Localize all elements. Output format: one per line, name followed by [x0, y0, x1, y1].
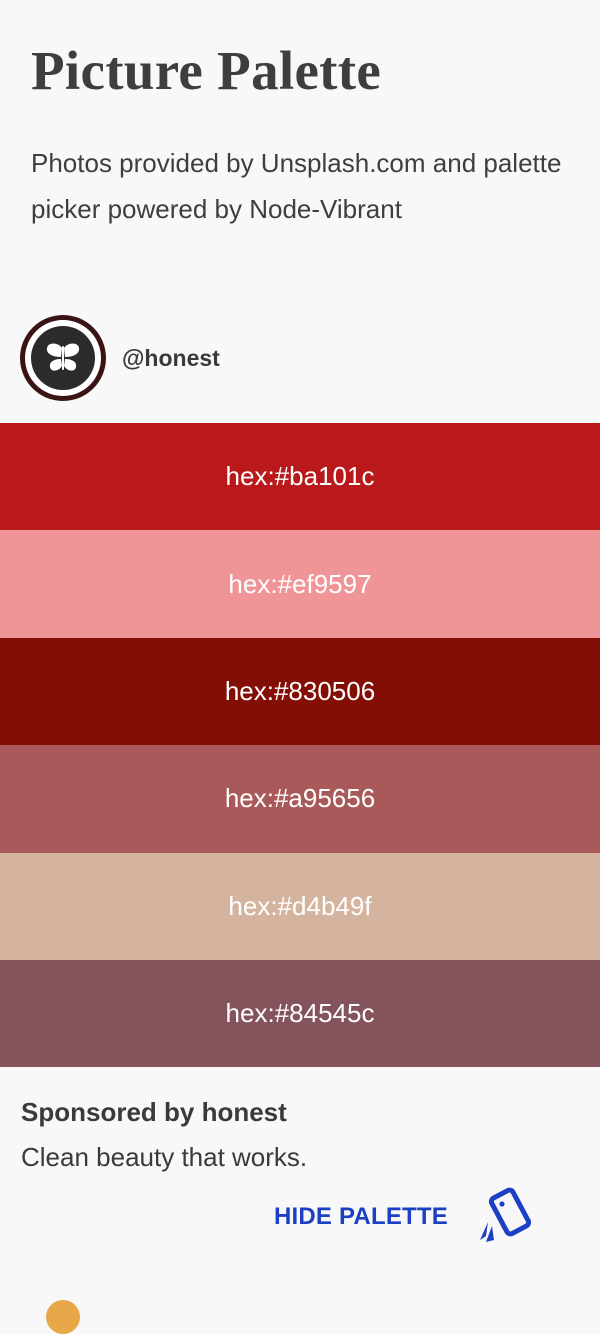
avatar[interactable]: [20, 315, 106, 401]
hide-palette-label: HIDE PALETTE: [274, 1203, 448, 1230]
sponsor-text: Clean beauty that works.: [21, 1142, 308, 1172]
author-row[interactable]: @honest: [20, 314, 220, 402]
swatch-hex-label: hex:#830506: [224, 675, 376, 706]
swatch[interactable]: hex:#d4b49f: [0, 852, 600, 960]
swatch[interactable]: hex:#830506: [0, 637, 600, 746]
swatch[interactable]: hex:#ef9597: [0, 530, 600, 638]
swatch[interactable]: hex:#a95656: [0, 745, 600, 853]
author-handle[interactable]: @honest: [122, 345, 220, 372]
phone-cards-icon: [479, 1187, 532, 1242]
swatch-hex-label: hex:#ba101c: [225, 461, 375, 492]
hide-palette-button[interactable]: HIDE PALETTE: [274, 1184, 538, 1250]
swatch[interactable]: hex:#ba101c: [0, 423, 600, 531]
swatch-hex-label: hex:#a95656: [224, 783, 376, 814]
butterfly-logo-icon: [46, 343, 80, 371]
sponsor-title: Sponsored by honest: [21, 1097, 287, 1127]
swatch-hex-label: hex:#d4b49f: [228, 890, 372, 921]
page-title: Picture Palette: [31, 40, 382, 101]
color-palette: hex:#ba101c hex:#ef9597 hex:#830506 hex:…: [0, 423, 600, 1068]
bottom-avatar-peek: [46, 1300, 80, 1334]
page-subtitle: Photos provided by Unsplash.com and pale…: [31, 148, 562, 224]
swatch-hex-label: hex:#84545c: [225, 998, 375, 1029]
swatch-hex-label: hex:#ef9597: [228, 568, 372, 599]
swatch[interactable]: hex:#84545c: [0, 959, 600, 1068]
